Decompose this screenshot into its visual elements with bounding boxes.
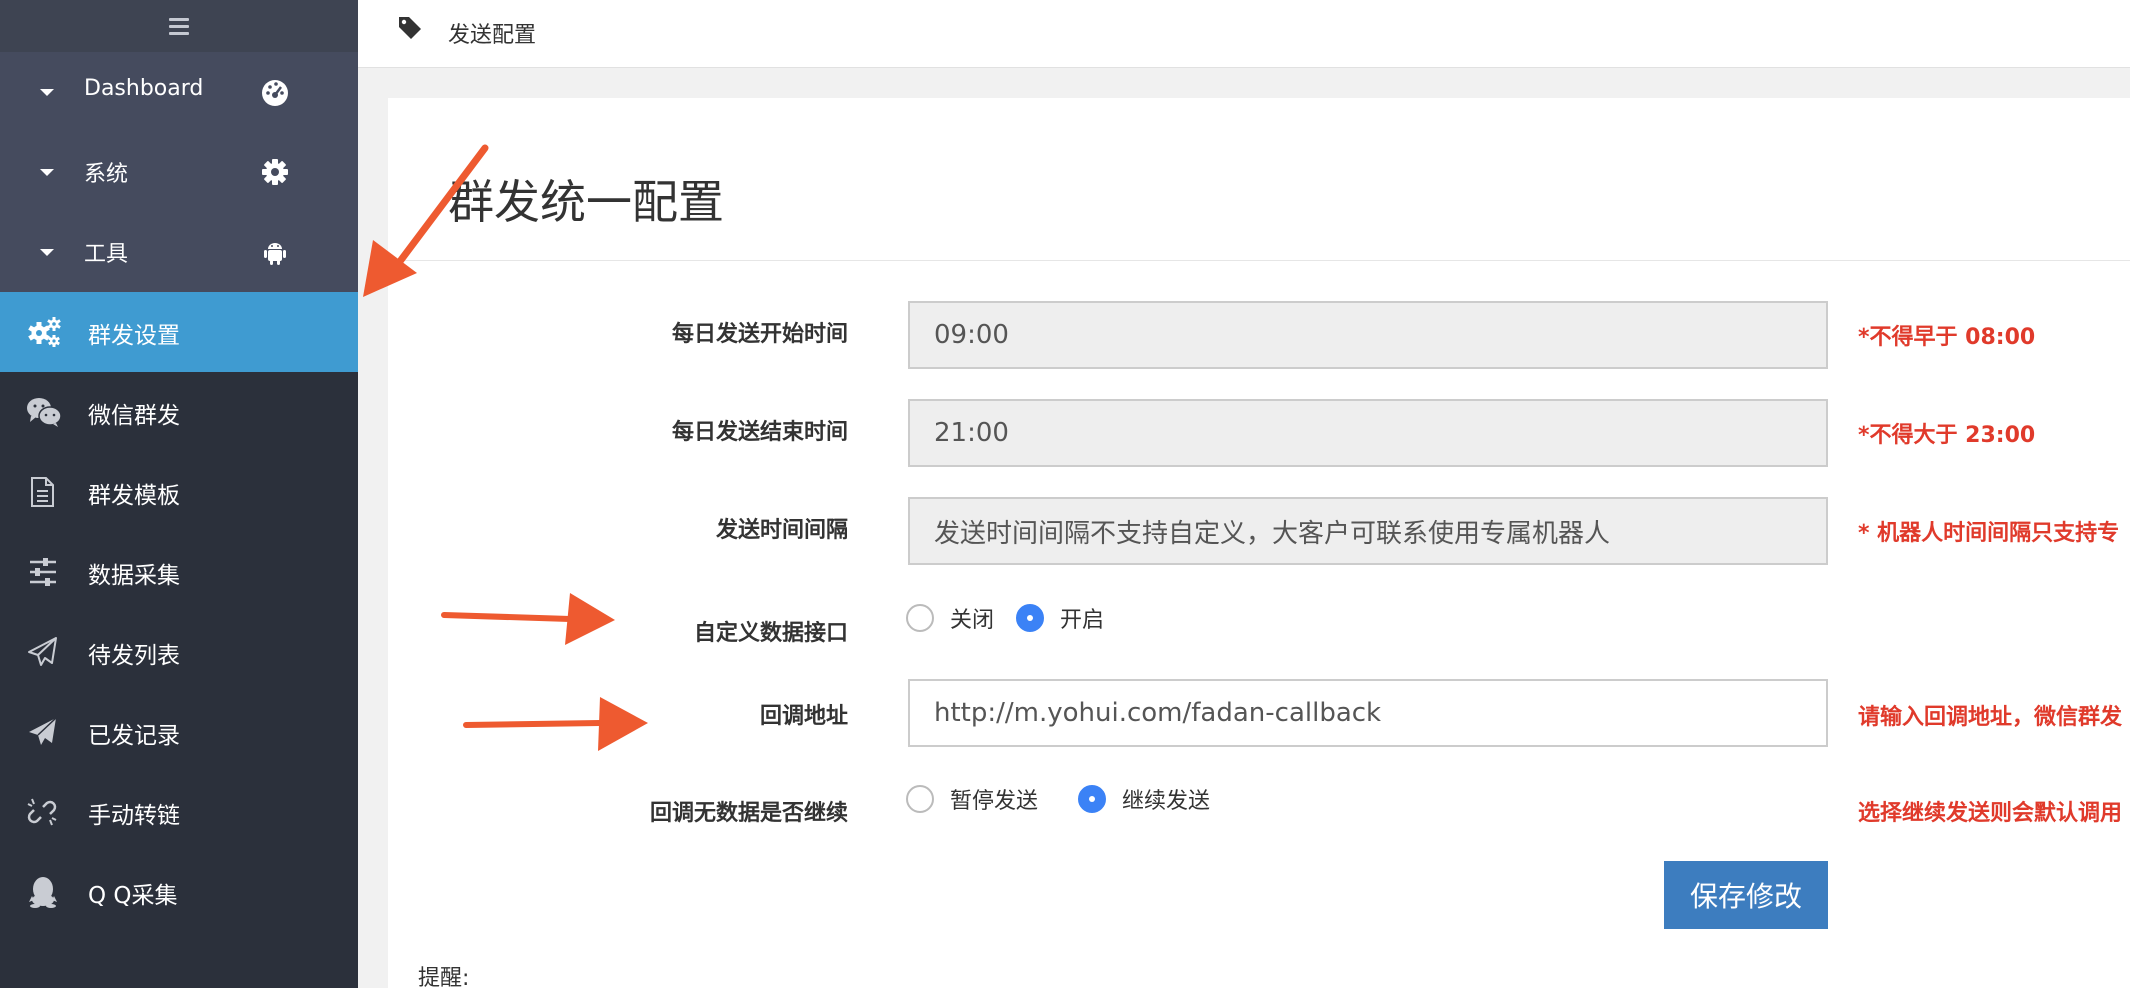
custom-api-on-radio[interactable]	[1016, 604, 1045, 632]
sidebar-group-tools[interactable]: 工具	[0, 212, 358, 292]
sidebar-group-dashboard[interactable]: Dashboard	[0, 52, 358, 132]
sidebar-item-data-collection[interactable]: 数据采集	[0, 532, 358, 612]
wechat-icon	[27, 398, 62, 427]
sidebar-group-label: Dashboard	[84, 76, 204, 101]
annotation-arrow	[463, 697, 648, 751]
interval-label-wrap: 发送时间间隔	[388, 512, 848, 552]
config-panel: 群发统一配置 每日发送开始时间 09:00 *不得早于 08:00 每日发送结束…	[388, 98, 2130, 988]
custom-api-label: 自定义数据接口	[693, 621, 848, 646]
paper-plane-outline-icon	[28, 637, 57, 666]
sidebar-group-label: 工具	[84, 242, 129, 267]
divider	[388, 260, 2130, 261]
radio-label: 开启	[1060, 608, 1105, 633]
notice-label: 提醒:	[418, 966, 470, 988]
radio-label: 继续发送	[1122, 789, 1211, 814]
start-time-label-wrap: 每日发送开始时间	[388, 316, 848, 356]
android-icon	[264, 243, 286, 265]
sidebar-item-wechat-broadcast[interactable]: 微信群发	[0, 372, 358, 452]
radio-label: 关闭	[950, 608, 995, 633]
dashboard-icon	[262, 80, 288, 106]
interval-hint: * 机器人时间间隔只支持专	[1858, 521, 2120, 546]
menu-toggle-icon[interactable]	[169, 17, 189, 35]
annotation-arrow	[441, 593, 615, 645]
interval-input[interactable]: 发送时间间隔不支持自定义，大客户可联系使用专属机器人	[908, 497, 1828, 565]
unlink-icon	[27, 798, 57, 826]
start-time-input[interactable]: 09:00	[908, 301, 1828, 369]
sidebar-group-label: 系统	[84, 162, 129, 187]
annotation-arrow	[363, 144, 489, 297]
top-bar: 发送配置	[358, 0, 2130, 68]
callback-empty-label: 回调无数据是否继续	[649, 801, 848, 826]
sidebar-item-pending-list[interactable]: 待发列表	[0, 612, 358, 692]
interval-label: 发送时间间隔	[715, 518, 848, 543]
caret-down-icon	[40, 89, 54, 96]
callback-url-label: 回调地址	[759, 704, 848, 729]
sidebar-item-broadcast-template[interactable]: 群发模板	[0, 452, 358, 532]
paper-plane-icon	[29, 717, 57, 745]
end-time-label-wrap: 每日发送结束时间	[388, 414, 848, 454]
caret-down-icon	[40, 169, 54, 176]
callback-url-hint: 请输入回调地址，微信群发	[1858, 705, 2123, 730]
start-time-hint: *不得早于 08:00	[1858, 325, 2036, 350]
callback-empty-radio-group: 暂停发送 继续发送	[906, 783, 1232, 815]
sidebar-group-system[interactable]: 系统	[0, 132, 358, 212]
cogs-icon	[28, 317, 61, 347]
file-text-icon	[31, 477, 54, 507]
callback-empty-hint: 选择继续发送则会默认调用	[1858, 801, 2123, 826]
tag-icon	[399, 17, 421, 39]
sidebar-item-label: 群发设置	[88, 323, 180, 349]
continue-send-radio[interactable]	[1078, 785, 1107, 813]
custom-api-off-radio[interactable]	[906, 604, 934, 632]
save-button[interactable]: 保存修改	[1664, 861, 1828, 929]
sidebar-item-manual-link[interactable]: 手动转链	[0, 772, 358, 852]
radio-label: 暂停发送	[950, 789, 1039, 814]
end-time-label: 每日发送结束时间	[671, 420, 848, 445]
sidebar-item-label: 手动转链	[88, 803, 180, 829]
qq-icon	[29, 877, 57, 908]
callback-url-input[interactable]: http://m.yohui.com/fadan-callback	[908, 679, 1828, 747]
sidebar-item-sent-records[interactable]: 已发记录	[0, 692, 358, 772]
sidebar: Dashboard 系统 工具 群发设置 微信群发 群发模板 数据采集 待发列表…	[0, 0, 358, 988]
end-time-hint: *不得大于 23:00	[1858, 423, 2036, 448]
sidebar-item-broadcast-settings[interactable]: 群发设置	[0, 292, 358, 372]
sidebar-item-label: 群发模板	[88, 483, 180, 509]
callback-empty-label-wrap: 回调无数据是否继续	[388, 795, 848, 835]
sidebar-item-label: 微信群发	[88, 403, 180, 429]
gear-icon	[262, 159, 288, 185]
sidebar-item-qq-collection[interactable]: Q Q采集	[0, 852, 358, 932]
sidebar-item-label: 待发列表	[88, 643, 180, 669]
sidebar-item-label: 已发记录	[88, 723, 180, 749]
breadcrumb: 发送配置	[448, 23, 537, 48]
end-time-input[interactable]: 21:00	[908, 399, 1828, 467]
pause-send-radio[interactable]	[906, 785, 934, 813]
custom-api-radio-group: 关闭 开启	[906, 602, 1126, 634]
sliders-icon	[30, 558, 56, 586]
sidebar-item-label: Q Q采集	[88, 883, 178, 909]
sidebar-item-label: 数据采集	[88, 563, 180, 589]
start-time-label: 每日发送开始时间	[671, 322, 848, 347]
caret-down-icon	[40, 249, 54, 256]
sidebar-header	[0, 0, 358, 52]
